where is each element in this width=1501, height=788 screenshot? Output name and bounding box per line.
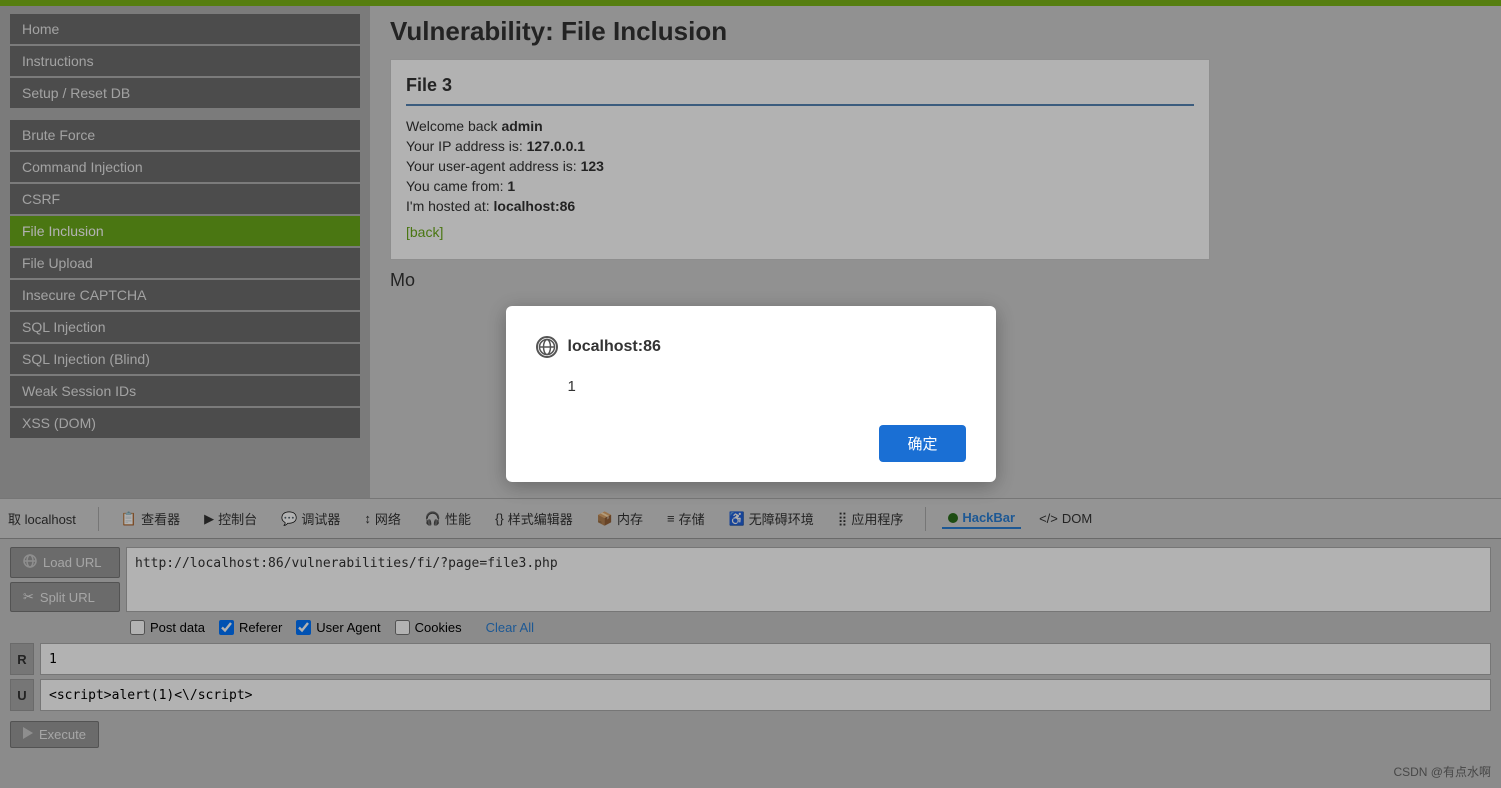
globe-icon bbox=[536, 336, 558, 358]
modal-dialog: localhost:86 1 确定 bbox=[506, 306, 996, 482]
modal-footer: 确定 bbox=[536, 425, 966, 462]
modal-host: localhost:86 bbox=[568, 338, 661, 356]
modal-header: localhost:86 bbox=[536, 336, 966, 358]
modal-confirm-button[interactable]: 确定 bbox=[879, 425, 965, 462]
modal-body: 1 bbox=[536, 368, 966, 405]
modal-value: 1 bbox=[568, 378, 576, 395]
modal-overlay[interactable]: localhost:86 1 确定 bbox=[0, 0, 1501, 788]
